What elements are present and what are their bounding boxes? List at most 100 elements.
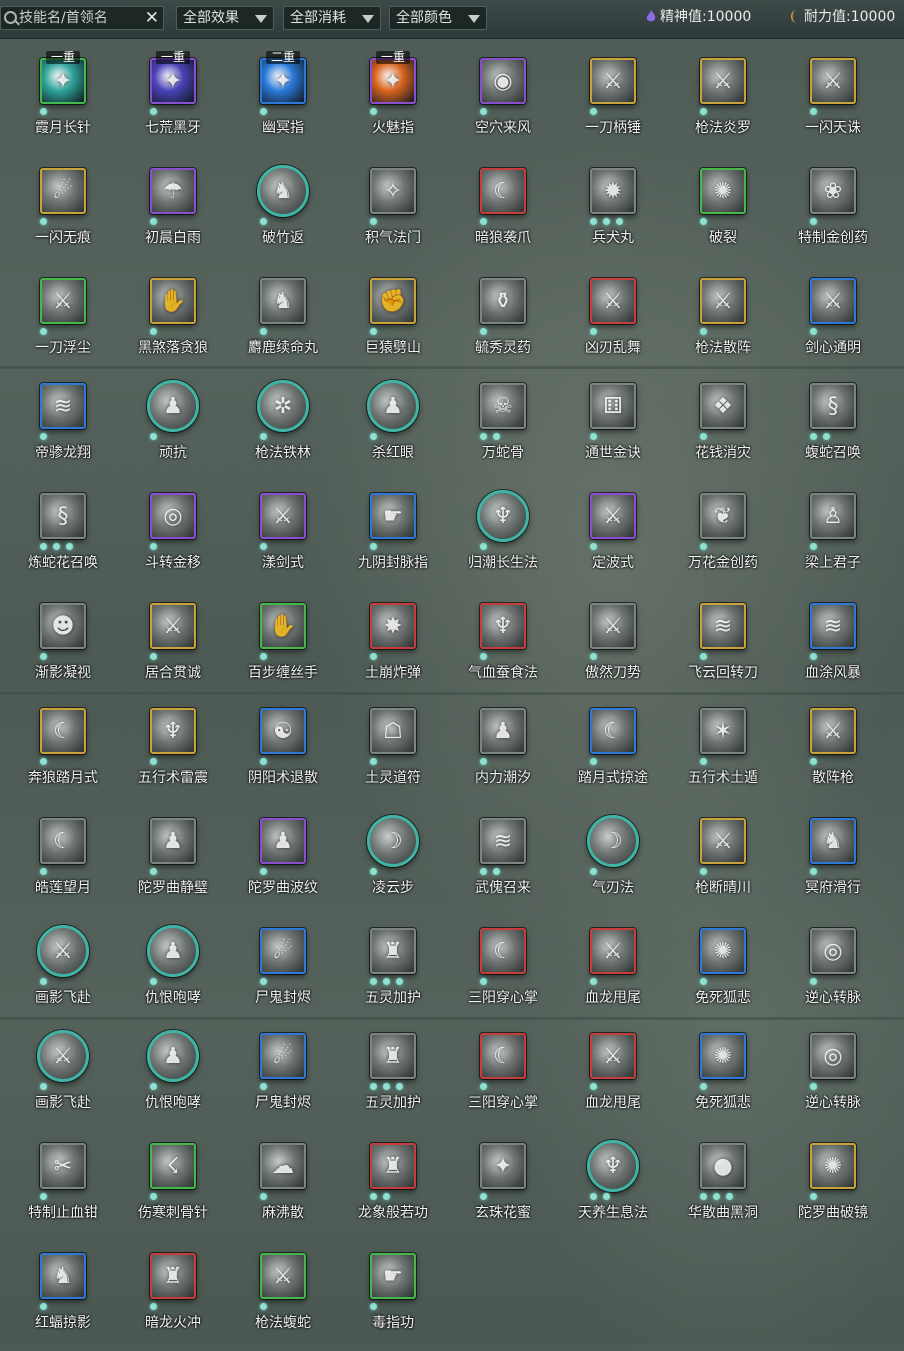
skill-icon[interactable]: ◉ [480,58,526,104]
skill-icon[interactable]: ♟ [147,380,199,432]
skill-icon[interactable]: ⚔ [700,58,746,104]
skill-icon[interactable]: ☾ [480,1033,526,1079]
skill-slot[interactable]: ☾ 三阳穿心掌 [448,916,558,1026]
skill-icon[interactable]: ⚔ [810,278,856,324]
skill-slot[interactable]: ⚔ 血龙甩尾 [558,916,668,1026]
skill-slot[interactable]: ✦ 一重 火魅指 [338,46,448,156]
skill-slot[interactable]: § 蝮蛇召唤 [778,371,888,481]
skill-slot[interactable]: ☖ 土灵道符 [338,696,448,806]
skill-icon[interactable]: ✹ [590,168,636,214]
skill-slot[interactable]: ✂ 特制止血钳 [8,1131,118,1241]
skill-icon[interactable]: ✂ [40,1143,86,1189]
skill-icon[interactable]: ✺ [700,1033,746,1079]
skill-icon[interactable]: ♞ [257,165,309,217]
skill-slot[interactable]: ≋ 飞云回转刀 [668,591,778,701]
skill-slot[interactable]: ✦ 一重 七荒黑牙 [118,46,228,156]
skill-slot[interactable]: ♜ 暗龙火冲 [118,1241,228,1351]
skill-icon[interactable]: ◎ [810,1033,856,1079]
skill-icon[interactable]: ☾ [40,708,86,754]
skill-slot[interactable]: ☾ 暗狼袭爪 [448,156,558,266]
skill-icon[interactable]: ☯ [260,708,306,754]
skill-icon[interactable]: ♜ [370,1143,416,1189]
skill-icon[interactable]: ✲ [257,380,309,432]
skill-icon[interactable]: ⚔ [590,278,636,324]
skill-slot[interactable]: ⚔ 居合贯诚 [118,591,228,701]
skill-icon[interactable]: ✧ [370,168,416,214]
skill-slot[interactable]: ◎ 逆心转脉 [778,916,888,1026]
skill-icon[interactable]: ♞ [810,818,856,864]
skill-icon[interactable]: ✦ [480,1143,526,1189]
skill-slot[interactable]: ⚔ 凶刃乱舞 [558,266,668,376]
skill-icon[interactable]: ✺ [700,168,746,214]
skill-slot[interactable]: ♜ 五灵加护 [338,916,448,1026]
skill-slot[interactable]: ♆ 天养生息法 [558,1131,668,1241]
skill-slot[interactable]: ✦ 玄珠花蜜 [448,1131,558,1241]
skill-icon[interactable]: ◎ [810,928,856,974]
skill-icon[interactable]: ♞ [260,278,306,324]
skill-slot[interactable]: ⚔ 枪法散阵 [668,266,778,376]
skill-icon[interactable]: ⚔ [37,1030,89,1082]
skill-slot[interactable]: ✧ 积气法门 [338,156,448,266]
skill-slot[interactable]: ✦ 一重 霞月长针 [8,46,118,156]
skill-icon[interactable]: ♙ [810,493,856,539]
skill-icon[interactable]: ♆ [587,1140,639,1192]
skill-icon[interactable]: ♆ [480,603,526,649]
skill-icon[interactable]: ☾ [480,168,526,214]
skill-slot[interactable]: ⚔ 一闪天诛 [778,46,888,156]
color-filter-dropdown[interactable]: 全部颜色 [389,6,487,30]
skill-icon[interactable]: ♟ [480,708,526,754]
skill-slot[interactable]: ✲ 枪法铁林 [228,371,338,481]
skill-icon[interactable]: ⚔ [810,58,856,104]
skill-slot[interactable]: ≋ 血涂风暴 [778,591,888,701]
skill-icon[interactable]: ⚔ [810,708,856,754]
skill-slot[interactable]: ✸ 土崩炸弹 [338,591,448,701]
search-input[interactable] [19,9,139,27]
skill-slot[interactable]: ⚔ 枪断晴川 [668,806,778,916]
skill-slot[interactable]: ☽ 气刃法 [558,806,668,916]
skill-slot[interactable]: ♞ 冥府滑行 [778,806,888,916]
skill-slot[interactable]: ☾ 踏月式掠途 [558,696,668,806]
skill-slot[interactable]: ☇ 伤寒刺骨针 [118,1131,228,1241]
skill-icon[interactable]: ☾ [480,928,526,974]
skill-icon[interactable]: ♟ [260,818,306,864]
skill-icon[interactable]: ⚔ [260,1253,306,1299]
skill-slot[interactable]: ☾ 皓莲望月 [8,806,118,916]
skill-icon[interactable]: ● [700,1143,746,1189]
skill-slot[interactable]: ✶ 五行术土遁 [668,696,778,806]
skill-icon[interactable]: ◎ [150,493,196,539]
skill-slot[interactable]: ☯ 阴阳术退散 [228,696,338,806]
skill-icon[interactable]: § [810,383,856,429]
skill-slot[interactable]: ❀ 特制金创药 [778,156,888,266]
skill-icon[interactable]: ⚔ [590,58,636,104]
skill-slot[interactable]: ☾ 奔狼踏月式 [8,696,118,806]
skill-slot[interactable]: ☄ 尸鬼封烬 [228,1021,338,1131]
skill-slot[interactable]: ⚔ 画影飞赴 [8,916,118,1026]
skill-slot[interactable]: ♜ 龙象般若功 [338,1131,448,1241]
skill-slot[interactable]: ● 华散曲黑洞 [668,1131,778,1241]
skill-icon[interactable]: ✦ 一重 [150,51,196,104]
skill-slot[interactable]: ≋ 武傀召来 [448,806,558,916]
skill-icon[interactable]: ✦ 二重 [260,51,306,104]
skill-slot[interactable]: ♟ 陀罗曲波纹 [228,806,338,916]
skill-icon[interactable]: ⚔ [590,493,636,539]
skill-icon[interactable]: ≋ [700,603,746,649]
skill-icon[interactable]: ❖ [700,383,746,429]
skill-icon[interactable]: ❦ [700,493,746,539]
skill-slot[interactable]: ♆ 气血蚕食法 [448,591,558,701]
skill-icon[interactable]: ✦ 一重 [40,51,86,104]
skill-icon[interactable]: ♟ [147,1030,199,1082]
skill-slot[interactable]: ☻ 渐影凝视 [8,591,118,701]
search-box[interactable]: ✕ [0,6,164,30]
skill-icon[interactable]: ⚔ [700,278,746,324]
skill-slot[interactable]: ⚔ 漾剑式 [228,481,338,591]
skill-icon[interactable]: ☛ [370,493,416,539]
skill-icon[interactable]: ♆ [150,708,196,754]
skill-slot[interactable]: ✺ 免死狐悲 [668,916,778,1026]
skill-icon[interactable]: ☇ [150,1143,196,1189]
clear-search-icon[interactable]: ✕ [145,7,159,29]
skill-icon[interactable]: ⚔ [40,278,86,324]
skill-slot[interactable]: ♟ 仇恨咆哮 [118,1021,228,1131]
skill-slot[interactable]: ⚔ 画影飞赴 [8,1021,118,1131]
skill-slot[interactable]: ☄ 一闪无痕 [8,156,118,266]
skill-icon[interactable]: ⚔ [590,1033,636,1079]
